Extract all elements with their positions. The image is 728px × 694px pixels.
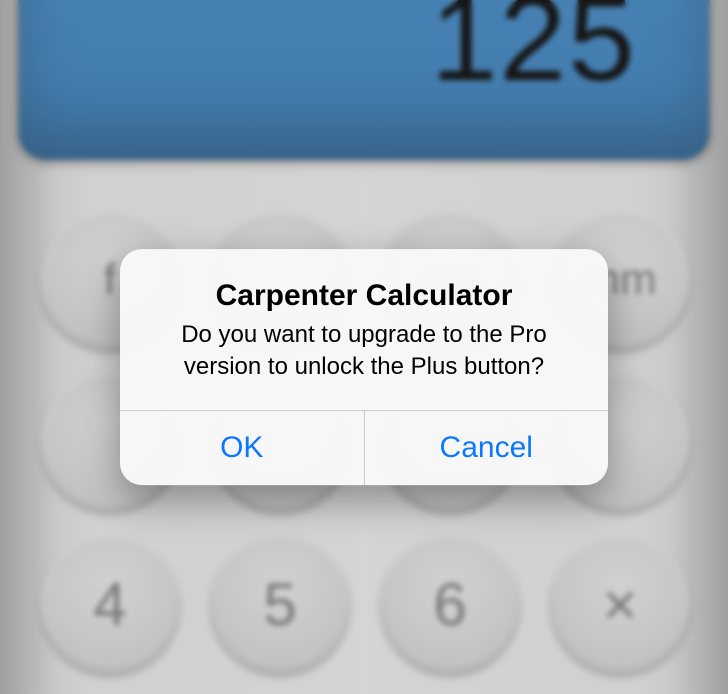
alert-title: Carpenter Calculator bbox=[148, 279, 580, 313]
alert-buttons: OK Cancel bbox=[120, 410, 608, 485]
alert-body: Carpenter Calculator Do you want to upgr… bbox=[120, 249, 608, 410]
ok-button[interactable]: OK bbox=[120, 411, 364, 485]
cancel-button[interactable]: Cancel bbox=[364, 411, 609, 485]
alert-message: Do you want to upgrade to the Pro versio… bbox=[148, 319, 580, 384]
upgrade-alert: Carpenter Calculator Do you want to upgr… bbox=[120, 249, 608, 485]
